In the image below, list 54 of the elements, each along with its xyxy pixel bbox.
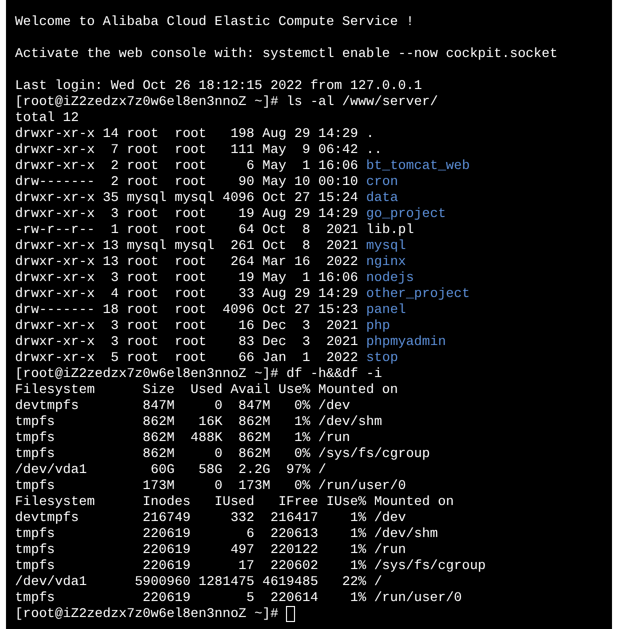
text-cursor bbox=[286, 606, 296, 622]
file-name: cron bbox=[366, 174, 398, 190]
file-name: mysql bbox=[366, 238, 406, 254]
file-details: drwxr-xr-x 3 root root 19 Aug 29 14:29 bbox=[15, 206, 358, 222]
terminal-line: tmpfs 220619 17 220602 1% /sys/fs/cgroup bbox=[15, 558, 486, 574]
terminal-line: tmpfs 862M 0 862M 0% /sys/fs/cgroup bbox=[15, 446, 430, 462]
terminal-line: tmpfs 862M 16K 862M 1% /dev/shm bbox=[15, 414, 382, 430]
file-name: php bbox=[366, 318, 390, 334]
terminal-line: tmpfs 220619 5 220614 1% /run/user/0 bbox=[15, 590, 462, 606]
file-name: nodejs bbox=[366, 270, 414, 286]
shell-prompt: [root@iZ2zedzx7z0w6el8en3nnoZ ~]# bbox=[15, 366, 278, 382]
command-text: df -h&&df -i bbox=[286, 366, 382, 382]
terminal-line: /dev/vda1 5900960 1281475 4619485 22% / bbox=[15, 574, 382, 590]
terminal-line: devtmpfs 216749 332 216417 1% /dev bbox=[15, 510, 406, 526]
file-details: drwxr-xr-x 14 root root 198 Aug 29 14:29 bbox=[15, 126, 358, 142]
file-name: stop bbox=[366, 350, 398, 366]
file-name: .. bbox=[366, 142, 382, 158]
file-details: drw------- 18 root root 4096 Oct 27 15:23 bbox=[15, 302, 358, 318]
terminal-line: Welcome to Alibaba Cloud Elastic Compute Service ! bbox=[15, 14, 414, 30]
terminal-line: tmpfs 220619 497 220122 1% /run bbox=[15, 542, 406, 558]
file-details: drwxr-xr-x 13 root root 264 Mar 16 2022 bbox=[15, 254, 358, 270]
file-name: other_project bbox=[366, 286, 470, 302]
terminal-line: Filesystem Inodes IUsed IFree IUse% Mounted on bbox=[15, 494, 454, 510]
file-name: go_project bbox=[366, 206, 446, 222]
file-name: panel bbox=[366, 302, 406, 318]
file-details: drwxr-xr-x 4 root root 33 Aug 29 14:29 bbox=[15, 286, 358, 302]
shell-prompt: [root@iZ2zedzx7z0w6el8en3nnoZ ~]# bbox=[15, 94, 278, 110]
file-name: bt_tomcat_web bbox=[366, 158, 470, 174]
file-details: drwxr-xr-x 3 root root 16 Dec 3 2021 bbox=[15, 318, 358, 334]
file-details: drwxr-xr-x 5 root root 66 Jan 1 2022 bbox=[15, 350, 358, 366]
file-details: drwxr-xr-x 35 mysql mysql 4096 Oct 27 15:24 bbox=[15, 190, 358, 206]
terminal-line: devtmpfs 847M 0 847M 0% /dev bbox=[15, 398, 350, 414]
shell-prompt: [root@iZ2zedzx7z0w6el8en3nnoZ ~]# bbox=[15, 606, 278, 622]
file-name: data bbox=[366, 190, 398, 206]
file-name: phpmyadmin bbox=[366, 334, 446, 350]
file-name: nginx bbox=[366, 254, 406, 270]
file-details: drwxr-xr-x 2 root root 6 May 1 16:06 bbox=[15, 158, 358, 174]
file-details: drw------- 2 root root 90 May 10 00:10 bbox=[15, 174, 358, 190]
command-text: ls -al /www/server/ bbox=[286, 94, 438, 110]
file-name: lib.pl bbox=[366, 222, 414, 238]
terminal-line: Last login: Wed Oct 26 18:12:15 2022 from 127.0.0.1 bbox=[15, 78, 422, 94]
file-name: . bbox=[366, 126, 374, 142]
terminal-line: total 12 bbox=[15, 110, 79, 126]
file-details: drwxr-xr-x 3 root root 83 Dec 3 2021 bbox=[15, 334, 358, 350]
terminal-line: /dev/vda1 60G 58G 2.2G 97% / bbox=[15, 462, 326, 478]
terminal-line: tmpfs 862M 488K 862M 1% /run bbox=[15, 430, 350, 446]
file-details: drwxr-xr-x 3 root root 19 May 1 16:06 bbox=[15, 270, 358, 286]
terminal-line: Activate the web console with: systemctl enable --now cockpit.socket bbox=[15, 46, 558, 62]
file-details: drwxr-xr-x 13 mysql mysql 261 Oct 8 2021 bbox=[15, 238, 358, 254]
terminal-line: Filesystem Size Used Avail Use% Mounted on bbox=[15, 382, 398, 398]
terminal-line: tmpfs 220619 6 220613 1% /dev/shm bbox=[15, 526, 438, 542]
terminal-line: tmpfs 173M 0 173M 0% /run/user/0 bbox=[15, 478, 406, 494]
file-details: -rw-r--r-- 1 root root 64 Oct 8 2021 bbox=[15, 222, 358, 238]
file-details: drwxr-xr-x 7 root root 111 May 9 06:42 bbox=[15, 142, 358, 158]
